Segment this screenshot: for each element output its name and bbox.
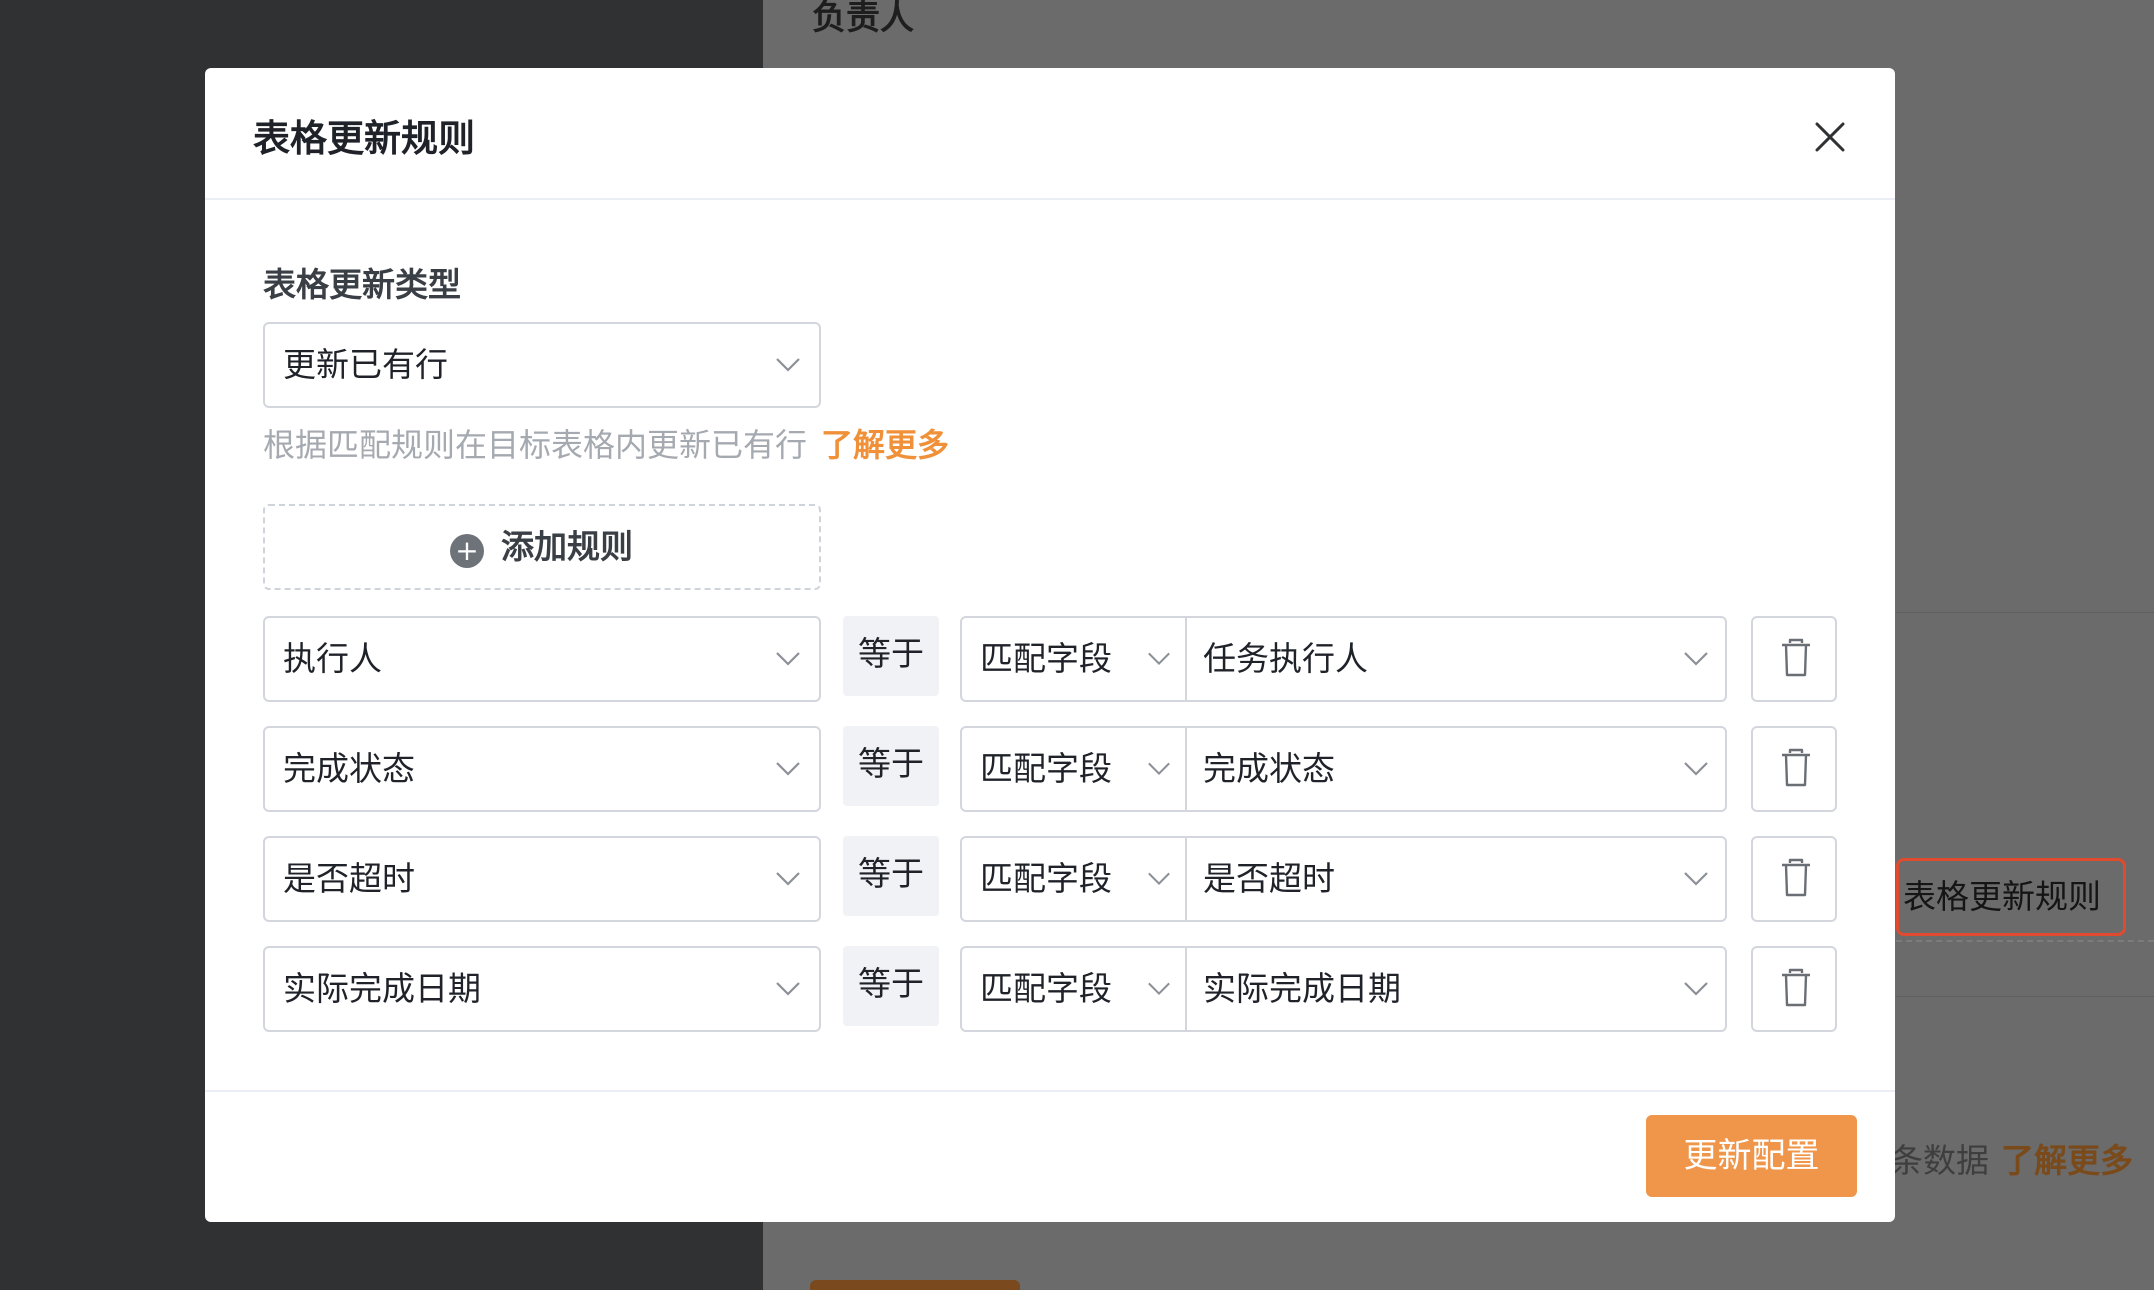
background-button-edge <box>810 1280 1020 1290</box>
table-update-rule-dialog: 表格更新规则 表格更新类型 更新已有行 根据匹配规则在目标表格内更新已有行 了解更… <box>205 68 1895 1222</box>
chevron-down-icon <box>1684 652 1708 666</box>
chevron-down-icon <box>1684 872 1708 886</box>
dialog-title: 表格更新规则 <box>253 117 475 160</box>
chevron-down-icon <box>1684 982 1708 996</box>
match-type-select[interactable]: 匹配字段 <box>962 948 1187 1030</box>
match-type-select[interactable]: 匹配字段 <box>962 618 1187 700</box>
chevron-down-icon <box>776 358 800 372</box>
update-config-button[interactable]: 更新配置 <box>1646 1115 1857 1197</box>
match-value-select[interactable]: 实际完成日期 <box>1187 948 1727 1030</box>
background-heading: 负责人 <box>812 0 914 38</box>
chevron-down-icon <box>776 762 800 776</box>
chevron-down-icon <box>1148 652 1170 665</box>
match-value-select[interactable]: 完成状态 <box>1187 728 1727 810</box>
rule-operator: 等于 <box>843 946 939 1026</box>
match-value-select[interactable]: 是否超时 <box>1187 838 1727 920</box>
rule-field-value: 实际完成日期 <box>283 969 481 1008</box>
delete-rule-button[interactable] <box>1751 836 1837 922</box>
background-divider <box>1896 996 2154 997</box>
chevron-down-icon <box>776 652 800 666</box>
rule-field-value: 完成状态 <box>283 749 415 788</box>
update-type-label: 表格更新类型 <box>263 265 461 304</box>
match-value: 实际完成日期 <box>1203 969 1401 1008</box>
match-value: 是否超时 <box>1203 859 1335 898</box>
delete-rule-button[interactable] <box>1751 726 1837 812</box>
rule-match-combo: 匹配字段 是否超时 <box>960 836 1727 922</box>
background-hint-text: 条数据 <box>1890 1141 1989 1180</box>
dialog-header: 表格更新规则 <box>205 68 1895 200</box>
chevron-down-icon <box>1148 982 1170 995</box>
chevron-down-icon <box>1148 872 1170 885</box>
trash-icon <box>1782 968 1810 1007</box>
rule-field-select[interactable]: 是否超时 <box>263 836 821 922</box>
chevron-down-icon <box>1684 762 1708 776</box>
plus-circle-icon: + <box>450 534 484 568</box>
trash-icon <box>1782 858 1810 897</box>
dialog-footer-divider <box>205 1090 1895 1092</box>
rule-field-select[interactable]: 执行人 <box>263 616 821 702</box>
match-type-value: 匹配字段 <box>980 749 1112 788</box>
rule-operator: 等于 <box>843 836 939 916</box>
background-dashed-line <box>1896 940 2154 942</box>
match-type-value: 匹配字段 <box>980 639 1112 678</box>
chevron-down-icon <box>776 872 800 886</box>
close-icon <box>1815 122 1845 152</box>
match-type-value: 匹配字段 <box>980 969 1112 1008</box>
chevron-down-icon <box>1148 762 1170 775</box>
delete-rule-button[interactable] <box>1751 946 1837 1032</box>
rule-field-select[interactable]: 完成状态 <box>263 726 821 812</box>
rule-field-value: 是否超时 <box>283 859 415 898</box>
update-type-value: 更新已有行 <box>283 345 448 384</box>
close-button[interactable] <box>1805 112 1855 162</box>
rule-operator: 等于 <box>843 726 939 806</box>
learn-more-link[interactable]: 了解更多 <box>821 426 949 464</box>
match-value: 完成状态 <box>1203 749 1335 788</box>
rule-field-value: 执行人 <box>283 639 382 678</box>
delete-rule-button[interactable] <box>1751 616 1837 702</box>
rule-match-combo: 匹配字段 任务执行人 <box>960 616 1727 702</box>
rule-operator: 等于 <box>843 616 939 696</box>
match-value-select[interactable]: 任务执行人 <box>1187 618 1727 700</box>
add-rule-button[interactable]: + 添加规则 <box>263 504 821 590</box>
rule-match-combo: 匹配字段 完成状态 <box>960 726 1727 812</box>
description-text: 根据匹配规则在目标表格内更新已有行 <box>263 426 808 464</box>
chevron-down-icon <box>776 982 800 996</box>
trash-icon <box>1782 748 1810 787</box>
add-rule-label: 添加规则 <box>501 527 633 566</box>
background-hint-link: 了解更多 <box>2001 1141 2133 1180</box>
rule-field-select[interactable]: 实际完成日期 <box>263 946 821 1032</box>
match-type-select[interactable]: 匹配字段 <box>962 838 1187 920</box>
match-type-select[interactable]: 匹配字段 <box>962 728 1187 810</box>
match-type-value: 匹配字段 <box>980 859 1112 898</box>
trash-icon <box>1782 638 1810 677</box>
background-hint: 条数据 了解更多 <box>1890 1134 2133 1182</box>
update-type-description: 根据匹配规则在目标表格内更新已有行 了解更多 <box>263 420 949 466</box>
background-divider <box>1896 612 2154 613</box>
match-value: 任务执行人 <box>1203 639 1368 678</box>
rule-match-combo: 匹配字段 实际完成日期 <box>960 946 1727 1032</box>
update-type-select[interactable]: 更新已有行 <box>263 322 821 408</box>
background-rule-chip: 表格更新规则 <box>1896 858 2126 936</box>
